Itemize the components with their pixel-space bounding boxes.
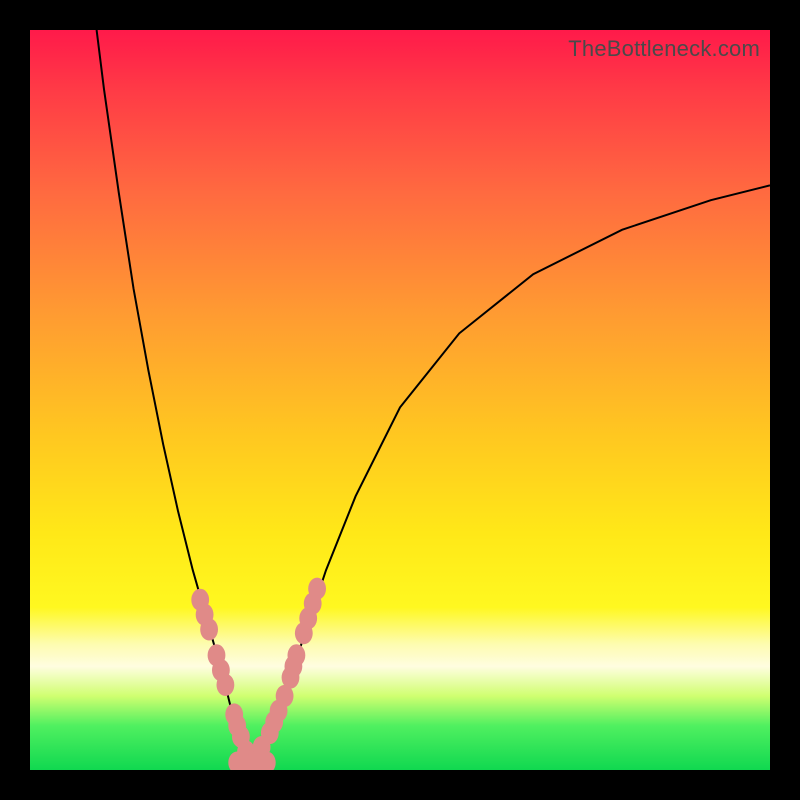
bead-group: [191, 578, 326, 770]
chart-svg: [30, 30, 770, 770]
curve-left: [97, 30, 252, 763]
chart-bead: [217, 674, 235, 696]
chart-frame: TheBottleneck.com: [30, 30, 770, 770]
chart-bead: [288, 644, 306, 666]
chart-bead: [200, 618, 218, 640]
curve-right: [252, 185, 770, 762]
chart-bead: [308, 578, 326, 600]
